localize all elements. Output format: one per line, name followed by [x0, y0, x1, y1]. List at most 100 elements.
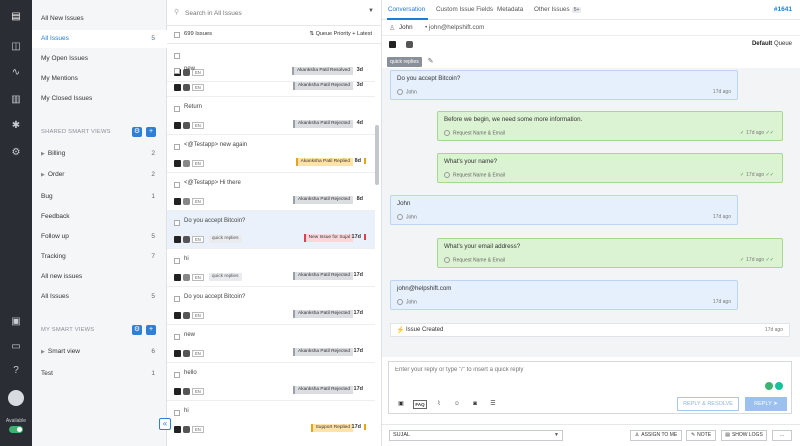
view-my-mentions[interactable]: My Mentions	[32, 70, 167, 88]
user-avatar[interactable]	[8, 390, 24, 406]
app-icon	[174, 311, 181, 319]
tab-conversation[interactable]: Conversation	[388, 6, 425, 13]
view-label: Test	[41, 370, 53, 377]
view-all-issues[interactable]: All Issues 5	[32, 30, 167, 48]
inbox-icon[interactable]: ▤	[9, 10, 23, 24]
issue-row[interactable]: new EN Akanksha Patil Rejected 17d	[167, 325, 375, 363]
reply-label: REPLY	[754, 401, 772, 407]
view-my-closed-issues[interactable]: My Closed Issues	[32, 90, 167, 108]
issue-row[interactable]: hi EN quick replies Akanksha Patil Reject…	[167, 249, 375, 287]
tag-chip[interactable]: quick replies	[387, 57, 422, 67]
button-label: ASSIGN TO ME	[641, 432, 678, 438]
app-icon	[174, 425, 181, 433]
composer-toolbar: ▣ FAQ ⌇ ☺ ◙ ☰	[395, 400, 499, 409]
activity-icon[interactable]: ∿	[9, 66, 23, 80]
expand-caret-icon[interactable]: ▶	[41, 172, 45, 178]
issue-row[interactable]: hi EN Support Replied 17d	[167, 401, 375, 446]
tab-other-issues[interactable]: Other Issues 5+	[534, 6, 582, 13]
shared-view-bug[interactable]: Bug 1	[32, 188, 167, 206]
issue-checkbox[interactable]	[174, 68, 180, 74]
search-input[interactable]	[185, 6, 355, 20]
reply-and-resolve-button[interactable]: REPLY & RESOLVE	[677, 397, 739, 411]
my-view-smart-view[interactable]: ▶ Smart view 6	[32, 343, 167, 361]
my-views-add-button[interactable]: +	[146, 325, 156, 335]
search-dropdown-icon[interactable]: ▼	[368, 8, 374, 14]
assignee-select[interactable]: SUJAL ▼	[389, 430, 563, 441]
automation-icon[interactable]: ✱	[9, 119, 23, 133]
view-count: 1	[151, 193, 155, 200]
emoji-icon[interactable]: ☺	[451, 400, 463, 409]
settings-sliders-icon[interactable]: ☰	[487, 400, 499, 409]
my-view-test[interactable]: Test 1	[32, 365, 167, 383]
note-button[interactable]: ✎ NOTE	[686, 430, 716, 441]
chat-icon[interactable]: ▭	[9, 340, 23, 354]
show-logs-button[interactable]: ▤ SHOW LOGS	[721, 430, 767, 441]
shared-view-order[interactable]: ▶ Order 2	[32, 166, 167, 184]
shared-view-feedback[interactable]: Feedback	[32, 208, 167, 226]
apps-icon[interactable]: ▣	[9, 315, 23, 329]
chat-icon	[183, 235, 190, 243]
customer-name[interactable]: John	[399, 24, 413, 31]
issue-row[interactable]: <@Testapp> Hi there EN Akanksha Patil Re…	[167, 173, 375, 211]
issue-checkbox[interactable]	[174, 220, 180, 226]
issue-row[interactable]: Return EN Akanksha Patil Rejected 4d	[167, 97, 375, 135]
attach-icon[interactable]: ⌇	[433, 400, 445, 409]
left-nav-rail: ▤ ◫ ∿ ▥ ✱ ⚙ ▣ ▭ ? Available	[0, 0, 32, 446]
emoji-assist-icon[interactable]	[765, 382, 773, 390]
issue-checkbox[interactable]	[174, 334, 180, 340]
sort-selector[interactable]: ⇅ Queue Priority + Latest	[309, 31, 372, 37]
shared-views-settings-button[interactable]: ⚙	[132, 127, 142, 137]
issue-list-scrollbar[interactable]	[375, 125, 379, 185]
customer-email[interactable]: • john@helpshift.com	[425, 24, 484, 31]
issue-checkbox[interactable]	[174, 296, 180, 302]
issue-checkbox[interactable]	[174, 258, 180, 264]
more-options-button[interactable]: ...	[772, 430, 792, 441]
select-all-checkbox[interactable]	[174, 32, 180, 38]
edit-tags-icon[interactable]: ✎	[428, 58, 434, 65]
analytics-icon[interactable]: ▥	[9, 93, 23, 107]
shared-views-add-button[interactable]: +	[146, 127, 156, 137]
shared-view-follow-up[interactable]: Follow up 5	[32, 228, 167, 246]
faq-icon[interactable]: ◫	[9, 40, 23, 54]
shared-view-tracking[interactable]: Tracking 7	[32, 248, 167, 266]
availability-toggle[interactable]	[9, 426, 23, 433]
issue-count: 699 Issues	[184, 31, 213, 37]
expand-caret-icon[interactable]: ▶	[41, 151, 45, 157]
shared-view-all-issues[interactable]: All Issues 5	[32, 288, 167, 306]
issue-row[interactable]: <@Testapp> new again EN Akanksha Patil R…	[167, 135, 375, 173]
tab-metadata[interactable]: Metadata	[497, 6, 523, 13]
expand-caret-icon[interactable]: ▶	[41, 349, 45, 355]
view-my-open-issues[interactable]: My Open Issues	[32, 50, 167, 68]
issue-meta: EN	[174, 387, 204, 395]
grammar-check-icon[interactable]	[775, 382, 783, 390]
app-icon	[174, 83, 181, 91]
tab-custom-issue-fields[interactable]: Custom Issue Fields	[436, 6, 493, 13]
reply-input[interactable]	[395, 367, 755, 381]
shared-view-all-new-issues[interactable]: All new issues	[32, 268, 167, 286]
issue-checkbox[interactable]	[174, 144, 180, 150]
issue-row[interactable]: new EN Akanksha Patil Rejected 3d	[167, 59, 375, 97]
faq-button[interactable]: FAQ	[413, 400, 427, 409]
issue-row[interactable]: hello EN Akanksha Patil Rejected 17d	[167, 363, 375, 401]
collapse-sidebar-button[interactable]: «	[159, 418, 171, 430]
camera-icon[interactable]: ◙	[469, 400, 481, 409]
issue-checkbox[interactable]	[174, 106, 180, 112]
assign-to-me-button[interactable]: ♙ ASSIGN TO ME	[630, 430, 682, 441]
view-label: Bug	[41, 193, 53, 200]
issue-checkbox[interactable]	[174, 410, 180, 416]
my-views-settings-button[interactable]: ⚙	[132, 325, 142, 335]
issue-row[interactable]: Do you accept Bitcoin? EN Akanksha Patil…	[167, 287, 375, 325]
help-icon[interactable]: ?	[9, 364, 23, 378]
issue-row-selected[interactable]: Do you accept Bitcoin? EN quick replies N…	[167, 211, 375, 249]
issue-checkbox[interactable]	[174, 182, 180, 188]
settings-icon[interactable]: ⚙	[9, 146, 23, 160]
assignee-status: Akanksha Patil Rejected	[293, 348, 353, 356]
view-all-new-issues[interactable]: All New Issues	[32, 10, 167, 28]
quick-reply-icon[interactable]: ▣	[395, 400, 407, 409]
read-icon: ✓✓	[765, 257, 774, 263]
shared-view-billing[interactable]: ▶ Billing 2	[32, 145, 167, 163]
message-time: ✓ 17d ago ✓✓	[740, 130, 776, 136]
customer-email-text: john@helpshift.com	[428, 24, 485, 31]
issue-checkbox[interactable]	[174, 372, 180, 378]
reply-button[interactable]: REPLY ➤	[745, 397, 787, 411]
